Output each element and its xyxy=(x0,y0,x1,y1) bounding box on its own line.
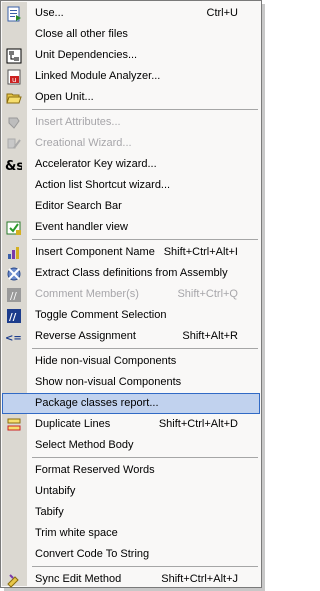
menu-item-label: Comment Member(s) xyxy=(35,288,139,300)
svg-text:<=>: <=> xyxy=(5,333,22,344)
menu-item-label: Accelerator Key wizard... xyxy=(35,158,157,170)
menu-item-show-non-visual-components[interactable]: Show non-visual Components xyxy=(2,372,260,393)
menu-item-trim-white-space[interactable]: Trim white space xyxy=(2,523,260,544)
menu-item-sync-edit-method[interactable]: Sync Edit Method Shift+Ctrl+Alt+J xyxy=(2,569,260,590)
menu-item-label: Linked Module Analyzer... xyxy=(35,70,161,82)
menu-item-shortcut: Shift+Ctrl+Q xyxy=(177,288,238,300)
menu-item-insert-attributes: Insert Attributes... xyxy=(2,112,260,133)
insert-component-icon xyxy=(5,244,22,261)
menu-item-list: Use... Ctrl+U Close all other files Unit De… xyxy=(2,3,260,590)
menu-item-unit-dependencies[interactable]: Unit Dependencies... xyxy=(2,45,260,66)
menu-item-label: Sync Edit Method xyxy=(35,573,122,585)
context-menu: Use... Ctrl+U Close all other files Unit De… xyxy=(0,0,262,588)
menu-item-shortcut: Shift+Ctrl+Alt+J xyxy=(161,573,238,585)
menu-item-label: Toggle Comment Selection xyxy=(35,309,167,321)
menu-item-label: Hide non-visual Components xyxy=(35,355,177,367)
menu-item-label: Open Unit... xyxy=(35,91,94,103)
menu-item-shortcut: Shift+Alt+R xyxy=(182,330,238,342)
menu-item-extract-class-definitions-from-assembly[interactable]: Extract Class definitions from Assembly xyxy=(2,263,260,284)
menu-item-label: Show non-visual Components xyxy=(35,376,182,388)
comment-member-icon: // xyxy=(5,286,22,303)
menu-item-label: Editor Search Bar xyxy=(35,200,122,212)
svg-text:&s: &s xyxy=(5,159,22,173)
menu-item-untabify[interactable]: Untabify xyxy=(2,481,260,502)
menu-item-select-method-body[interactable]: Select Method Body xyxy=(2,435,260,456)
duplicate-lines-icon xyxy=(5,416,22,433)
menu-item-label: Package classes report... xyxy=(35,397,159,409)
extract-class-icon xyxy=(5,265,22,282)
menu-item-editor-search-bar[interactable]: Editor Search Bar xyxy=(2,196,260,217)
menu-item-creational-wizard: Creational Wizard... xyxy=(2,133,260,154)
menu-item-label: Use... xyxy=(35,7,64,19)
menu-item-label: Unit Dependencies... xyxy=(35,49,138,61)
toggle-comment-icon: // xyxy=(5,307,22,324)
menu-item-shortcut: Shift+Ctrl+Alt+I xyxy=(163,246,238,258)
insert-attributes-icon xyxy=(5,114,22,131)
use-unit-icon xyxy=(5,5,22,22)
module-analyzer-icon: u xyxy=(5,68,22,85)
menu-item-toggle-comment-selection[interactable]: // Toggle Comment Selection xyxy=(2,305,260,326)
menu-item-label: Format Reserved Words xyxy=(35,464,155,476)
sync-edit-icon xyxy=(5,571,22,588)
unit-dependencies-icon xyxy=(5,47,22,64)
reverse-assignment-icon: <=> xyxy=(5,328,22,345)
menu-item-label: Insert Attributes... xyxy=(35,116,121,128)
menu-item-hide-non-visual-components[interactable]: Hide non-visual Components xyxy=(2,351,260,372)
menu-item-comment-member-s: // Comment Member(s) Shift+Ctrl+Q xyxy=(2,284,260,305)
menu-item-label: Tabify xyxy=(35,506,64,518)
menu-item-shortcut: Shift+Ctrl+Alt+D xyxy=(158,418,238,430)
creational-wizard-icon xyxy=(5,135,22,152)
menu-item-label: Untabify xyxy=(35,485,76,497)
menu-item-reverse-assignment[interactable]: <=> Reverse Assignment Shift+Alt+R xyxy=(2,326,260,347)
menu-item-label: Creational Wizard... xyxy=(35,137,132,149)
menu-item-shortcut: Ctrl+U xyxy=(206,7,238,19)
menu-shadow-right xyxy=(262,4,265,591)
menu-item-label: Reverse Assignment xyxy=(35,330,136,342)
menu-item-use[interactable]: Use... Ctrl+U xyxy=(2,3,260,24)
menu-item-label: Event handler view xyxy=(35,221,128,233)
menu-item-label: Insert Component Name xyxy=(35,246,155,258)
svg-text://: // xyxy=(10,291,17,302)
menu-item-event-handler-view[interactable]: Event handler view xyxy=(2,217,260,238)
menu-item-duplicate-lines[interactable]: Duplicate Lines Shift+Ctrl+Alt+D xyxy=(2,414,260,435)
menu-item-convert-code-to-string[interactable]: Convert Code To String xyxy=(2,544,260,565)
svg-text:u: u xyxy=(12,76,16,84)
menu-item-linked-module-analyzer[interactable]: u Linked Module Analyzer... xyxy=(2,66,260,87)
svg-text://: // xyxy=(9,312,17,323)
menu-item-open-unit[interactable]: Open Unit... xyxy=(2,87,260,108)
menu-item-label: Extract Class definitions from Assembly xyxy=(35,267,228,279)
menu-item-accelerator-key-wizard[interactable]: &s Accelerator Key wizard... xyxy=(2,154,260,175)
menu-item-package-classes-report[interactable]: Package classes report... xyxy=(2,393,260,414)
event-handler-icon xyxy=(5,219,22,236)
menu-item-label: Select Method Body xyxy=(35,439,134,451)
menu-item-label: Convert Code To String xyxy=(35,548,150,560)
menu-item-format-reserved-words[interactable]: Format Reserved Words xyxy=(2,460,260,481)
menu-item-tabify[interactable]: Tabify xyxy=(2,502,260,523)
menu-item-label: Close all other files xyxy=(35,28,128,40)
accelerator-key-icon: &s xyxy=(5,156,22,173)
menu-item-label: Duplicate Lines xyxy=(35,418,111,430)
menu-item-action-list-shortcut-wizard[interactable]: Action list Shortcut wizard... xyxy=(2,175,260,196)
menu-item-label: Action list Shortcut wizard... xyxy=(35,179,171,191)
menu-item-close-all-other-files[interactable]: Close all other files xyxy=(2,24,260,45)
open-folder-icon xyxy=(5,89,22,106)
menu-item-insert-component-name[interactable]: Insert Component Name Shift+Ctrl+Alt+I xyxy=(2,242,260,263)
menu-item-label: Trim white space xyxy=(35,527,118,539)
